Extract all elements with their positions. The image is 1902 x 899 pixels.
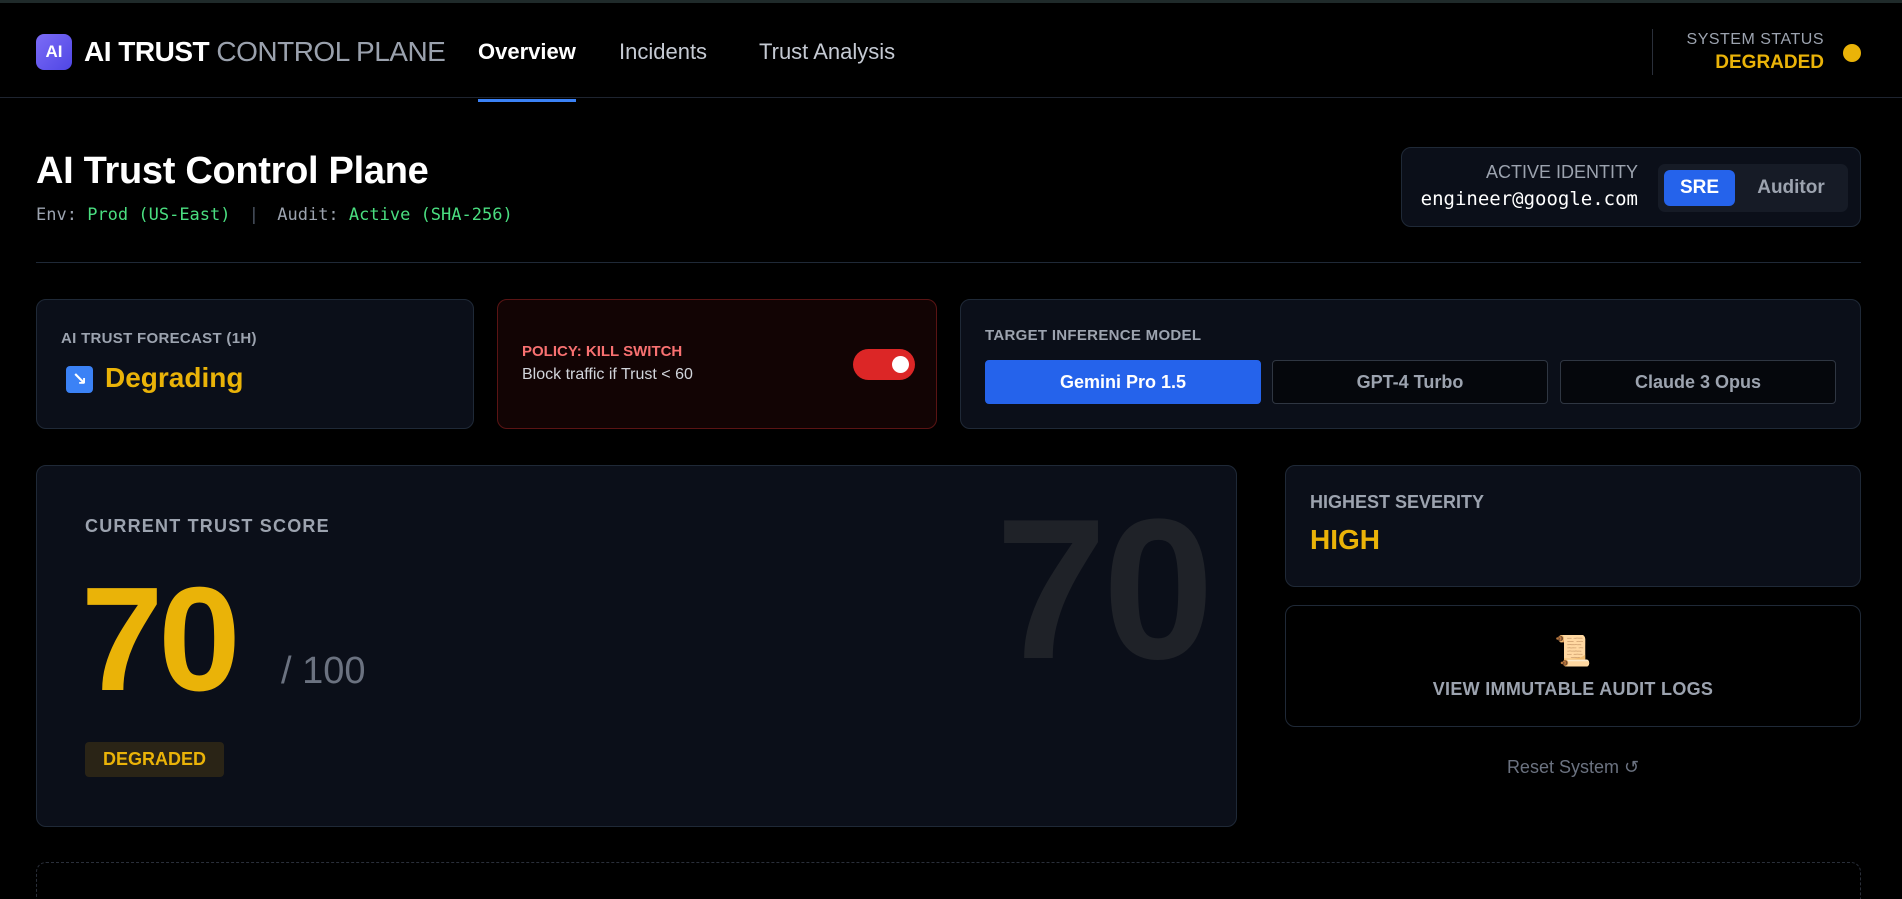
tab-trust-analysis[interactable]: Trust Analysis xyxy=(759,3,895,101)
model-gpt4-button[interactable]: GPT-4 Turbo xyxy=(1272,360,1548,404)
kill-switch-subtitle: Block traffic if Trust < 60 xyxy=(522,366,693,383)
toggle-knob xyxy=(892,356,909,373)
trust-forecast-card: AI TRUST FORECAST (1H) ↘ Degrading xyxy=(36,299,474,429)
highest-severity-card: HIGHEST SEVERITY HIGH xyxy=(1285,465,1861,587)
score-watermark: 70 xyxy=(995,478,1214,701)
system-status-label: SYSTEM STATUS xyxy=(1686,31,1824,48)
target-model-label: TARGET INFERENCE MODEL xyxy=(985,327,1202,344)
trust-score-value: 70 xyxy=(81,557,241,722)
status-indicator-icon xyxy=(1843,44,1861,62)
kill-switch-title: POLICY: KILL SWITCH xyxy=(522,343,683,360)
audit-logs-label: VIEW IMMUTABLE AUDIT LOGS xyxy=(1432,679,1714,699)
tab-incidents[interactable]: Incidents xyxy=(619,3,707,101)
scroll-icon: 📜 xyxy=(1554,635,1592,668)
kill-switch-toggle[interactable] xyxy=(853,349,915,380)
active-identity-panel: ACTIVE IDENTITY engineer@google.com SRE … xyxy=(1401,147,1861,227)
trend-down-icon: ↘ xyxy=(66,366,93,393)
role-sre-button[interactable]: SRE xyxy=(1664,170,1735,206)
trust-score-card: 70 CURRENT TRUST SCORE 70 / 100 DEGRADED xyxy=(36,465,1237,827)
env-value: Prod (US-East) xyxy=(87,205,231,225)
brand-light: CONTROL PLANE xyxy=(216,36,446,67)
dashed-section-placeholder xyxy=(36,862,1861,899)
audit-value: Active (SHA-256) xyxy=(348,205,513,225)
identity-label: ACTIVE IDENTITY xyxy=(1485,162,1638,182)
trust-score-max: / 100 xyxy=(281,650,366,692)
header-divider xyxy=(1652,29,1653,75)
top-navigation-bar: AI AI TRUST CONTROL PLANE Overview Incid… xyxy=(0,0,1902,102)
section-divider xyxy=(36,262,1861,263)
audit-logs-button[interactable]: 📜 VIEW IMMUTABLE AUDIT LOGS xyxy=(1285,605,1861,727)
status-badge: DEGRADED xyxy=(85,742,225,777)
logo-icon: AI xyxy=(36,34,72,70)
reset-system-link[interactable]: Reset System ↺ xyxy=(1285,757,1861,778)
kill-switch-card: POLICY: KILL SWITCH Block traffic if Tru… xyxy=(497,299,937,429)
forecast-label: AI TRUST FORECAST (1H) xyxy=(61,330,257,347)
tab-overview[interactable]: Overview xyxy=(478,3,576,102)
identity-email: engineer@google.com xyxy=(1420,188,1638,210)
system-status-value: DEGRADED xyxy=(1715,52,1824,73)
role-switcher: SRE Auditor xyxy=(1658,164,1848,212)
model-gemini-button[interactable]: Gemini Pro 1.5 xyxy=(985,360,1261,404)
env-label: Env: xyxy=(36,205,77,225)
brand-strong: AI TRUST xyxy=(84,36,210,67)
forecast-value: Degrading xyxy=(105,362,244,393)
env-separator: | xyxy=(248,205,259,225)
trust-score-label: CURRENT TRUST SCORE xyxy=(85,516,330,536)
model-claude-button[interactable]: Claude 3 Opus xyxy=(1560,360,1836,404)
role-auditor-button[interactable]: Auditor xyxy=(1740,170,1842,206)
environment-line: Env: Prod (US-East) | Audit: Active (SHA… xyxy=(36,205,513,225)
severity-value: HIGH xyxy=(1310,524,1380,555)
audit-label: Audit: xyxy=(277,205,339,225)
target-model-card: TARGET INFERENCE MODEL Gemini Pro 1.5 GP… xyxy=(960,299,1861,429)
page-title: AI Trust Control Plane xyxy=(36,150,429,192)
brand-title: AI TRUST CONTROL PLANE xyxy=(84,35,446,69)
severity-label: HIGHEST SEVERITY xyxy=(1310,492,1485,512)
